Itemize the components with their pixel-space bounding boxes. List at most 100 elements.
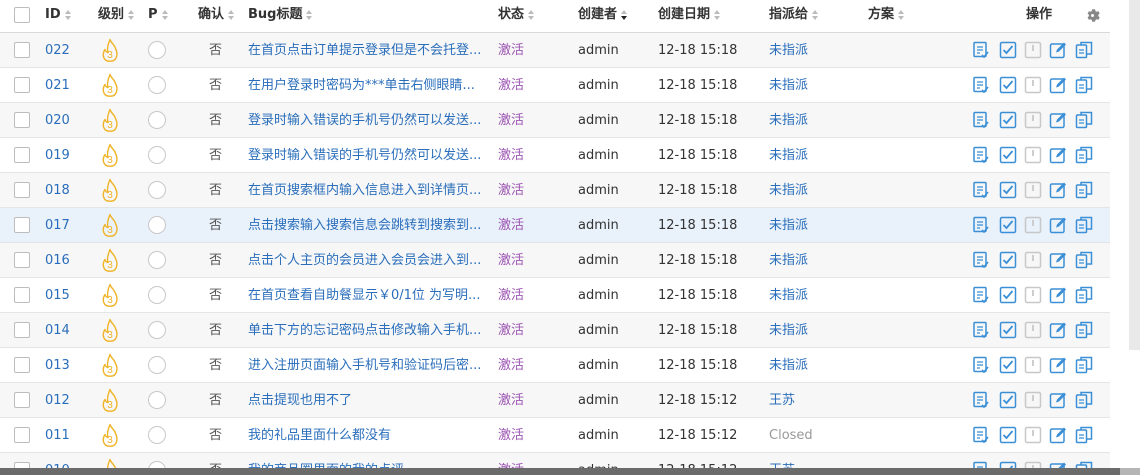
column-header-id[interactable]: ID: [45, 0, 72, 32]
confirm-icon[interactable]: [972, 76, 990, 94]
table-row[interactable]: 012 3 否 点击提现也用不了 激活 admin 12-18 15:12 王苏: [0, 383, 1110, 418]
horizontal-scrollbar-thumb[interactable]: [0, 468, 1120, 475]
row-checkbox[interactable]: [14, 217, 30, 233]
copy-icon[interactable]: [1075, 111, 1093, 129]
column-header-assigned-to[interactable]: 指派给: [769, 0, 819, 32]
table-row[interactable]: 022 3 否 在首页点击订单提示登录但是不会托登... 激活 admin 12-18 15…: [0, 33, 1110, 68]
vertical-scrollbar[interactable]: [1129, 0, 1140, 350]
gear-icon[interactable]: [1085, 8, 1100, 23]
confirm-icon[interactable]: [972, 146, 990, 164]
row-checkbox[interactable]: [14, 392, 30, 408]
bug-id-link[interactable]: 011: [45, 418, 70, 453]
bug-id-link[interactable]: 013: [45, 348, 70, 383]
assigned-to-link[interactable]: 未指派: [769, 348, 808, 383]
bug-id-link[interactable]: 018: [45, 173, 70, 208]
confirm-icon[interactable]: [972, 251, 990, 269]
copy-icon[interactable]: [1075, 286, 1093, 304]
edit-icon[interactable]: [1049, 146, 1067, 164]
assigned-to-link[interactable]: 未指派: [769, 208, 808, 243]
column-header-status[interactable]: 状态: [498, 0, 535, 32]
bug-id-link[interactable]: 017: [45, 208, 70, 243]
column-header-opened-date[interactable]: 创建日期: [658, 0, 721, 32]
select-all-checkbox[interactable]: [14, 7, 30, 23]
column-header-severity[interactable]: 级别: [98, 0, 135, 32]
resolve-icon[interactable]: [999, 321, 1017, 339]
row-checkbox[interactable]: [14, 322, 30, 338]
copy-icon[interactable]: [1075, 41, 1093, 59]
assigned-to-link[interactable]: 未指派: [769, 243, 808, 278]
resolve-icon[interactable]: [999, 391, 1017, 409]
confirm-icon[interactable]: [972, 321, 990, 339]
table-row[interactable]: 021 3 否 在用户登录时密码为***单击右侧眼睛... 激活 admin 12-18 1…: [0, 68, 1110, 103]
edit-icon[interactable]: [1049, 181, 1067, 199]
table-row[interactable]: 018 3 否 在首页搜索框内输入信息进入到详情页... 激活 admin 12-18 15…: [0, 173, 1110, 208]
row-checkbox[interactable]: [14, 77, 30, 93]
bug-title-link[interactable]: 进入注册页面输入手机号和验证码后密...: [248, 348, 488, 383]
column-header-pri[interactable]: P: [148, 0, 169, 32]
assigned-to-link[interactable]: 王苏: [769, 383, 795, 418]
edit-icon[interactable]: [1049, 41, 1067, 59]
bug-title-link[interactable]: 点击个人主页的会员进入会员会进入到...: [248, 243, 488, 278]
confirm-icon[interactable]: [972, 216, 990, 234]
bug-id-link[interactable]: 021: [45, 68, 70, 103]
copy-icon[interactable]: [1075, 321, 1093, 339]
resolve-icon[interactable]: [999, 426, 1017, 444]
assigned-to-link[interactable]: 未指派: [769, 33, 808, 68]
copy-icon[interactable]: [1075, 426, 1093, 444]
assigned-to-link[interactable]: 未指派: [769, 278, 808, 313]
row-checkbox[interactable]: [14, 112, 30, 128]
resolve-icon[interactable]: [999, 76, 1017, 94]
bug-id-link[interactable]: 016: [45, 243, 70, 278]
column-header-opened-by[interactable]: 创建者: [578, 0, 628, 32]
bug-title-link[interactable]: 我的礼品里面什么都没有: [248, 418, 488, 453]
bug-id-link[interactable]: 022: [45, 33, 70, 68]
table-row[interactable]: 015 3 否 在首页查看自助餐显示￥0/1位 为写明... 激活 admin 12-18 …: [0, 278, 1110, 313]
resolve-icon[interactable]: [999, 181, 1017, 199]
bug-id-link[interactable]: 015: [45, 278, 70, 313]
bug-title-link[interactable]: 登录时输入错误的手机号仍然可以发送...: [248, 103, 488, 138]
bug-id-link[interactable]: 019: [45, 138, 70, 173]
edit-icon[interactable]: [1049, 426, 1067, 444]
edit-icon[interactable]: [1049, 286, 1067, 304]
copy-icon[interactable]: [1075, 216, 1093, 234]
copy-icon[interactable]: [1075, 76, 1093, 94]
assigned-to-link[interactable]: 未指派: [769, 68, 808, 103]
edit-icon[interactable]: [1049, 251, 1067, 269]
edit-icon[interactable]: [1049, 391, 1067, 409]
edit-icon[interactable]: [1049, 356, 1067, 374]
assigned-to-link[interactable]: 未指派: [769, 103, 808, 138]
column-header-title[interactable]: Bug标题: [248, 0, 313, 32]
copy-icon[interactable]: [1075, 251, 1093, 269]
table-row[interactable]: 017 3 否 点击搜索输入搜索信息会跳转到搜索到... 激活 admin 12-18 15…: [0, 208, 1110, 243]
confirm-icon[interactable]: [972, 286, 990, 304]
bug-id-link[interactable]: 012: [45, 383, 70, 418]
resolve-icon[interactable]: [999, 111, 1017, 129]
confirm-icon[interactable]: [972, 41, 990, 59]
row-checkbox[interactable]: [14, 147, 30, 163]
table-row[interactable]: 019 3 否 登录时输入错误的手机号仍然可以发送... 激活 admin 12-18 15…: [0, 138, 1110, 173]
resolve-icon[interactable]: [999, 286, 1017, 304]
table-row[interactable]: 011 3 否 我的礼品里面什么都没有 激活 admin 12-18 15:12 Closed: [0, 418, 1110, 453]
bug-title-link[interactable]: 在首页查看自助餐显示￥0/1位 为写明...: [248, 278, 488, 313]
table-row[interactable]: 016 3 否 点击个人主页的会员进入会员会进入到... 激活 admin 12-18 15…: [0, 243, 1110, 278]
bug-id-link[interactable]: 014: [45, 313, 70, 348]
confirm-icon[interactable]: [972, 356, 990, 374]
row-checkbox[interactable]: [14, 252, 30, 268]
column-header-confirmed[interactable]: 确认: [198, 0, 235, 32]
resolve-icon[interactable]: [999, 216, 1017, 234]
edit-icon[interactable]: [1049, 76, 1067, 94]
resolve-icon[interactable]: [999, 41, 1017, 59]
bug-title-link[interactable]: 单击下方的忘记密码点击修改输入手机...: [248, 313, 488, 348]
assigned-to-link[interactable]: 未指派: [769, 138, 808, 173]
bug-title-link[interactable]: 在首页搜索框内输入信息进入到详情页...: [248, 173, 488, 208]
resolve-icon[interactable]: [999, 146, 1017, 164]
assigned-to-link[interactable]: 未指派: [769, 313, 808, 348]
confirm-icon[interactable]: [972, 426, 990, 444]
bug-title-link[interactable]: 在用户登录时密码为***单击右侧眼睛...: [248, 68, 488, 103]
copy-icon[interactable]: [1075, 181, 1093, 199]
horizontal-scrollbar[interactable]: [0, 468, 1140, 475]
row-checkbox[interactable]: [14, 182, 30, 198]
bug-title-link[interactable]: 登录时输入错误的手机号仍然可以发送...: [248, 138, 488, 173]
assigned-to-link[interactable]: Closed: [769, 418, 813, 453]
copy-icon[interactable]: [1075, 391, 1093, 409]
